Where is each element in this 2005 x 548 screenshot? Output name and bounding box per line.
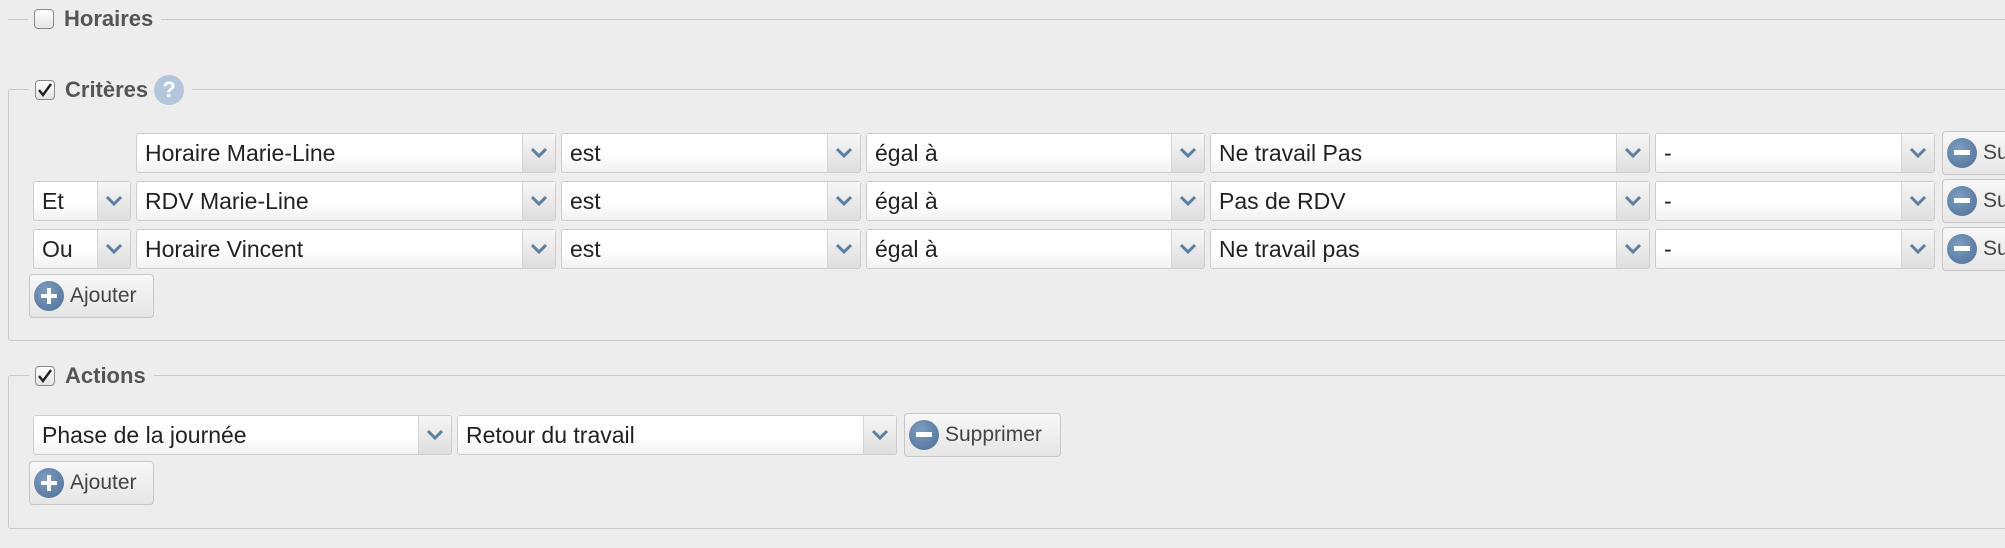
chevron-down-icon bbox=[827, 230, 860, 268]
criteres-checkbox[interactable] bbox=[35, 80, 55, 100]
chevron-down-icon bbox=[827, 134, 860, 172]
chevron-down-icon bbox=[1171, 230, 1204, 268]
minus-circle-icon bbox=[1947, 186, 1977, 216]
chevron-down-icon bbox=[522, 230, 555, 268]
criteria-field-select-3[interactable]: Horaire Vincent bbox=[136, 229, 556, 269]
criteria-remove-button-2[interactable]: Su bbox=[1942, 179, 2005, 223]
criteres-legend: Critères ? bbox=[29, 72, 193, 108]
criteria-field-select-1[interactable]: Horaire Marie-Line bbox=[136, 133, 556, 173]
chevron-down-icon bbox=[863, 416, 896, 454]
horaires-legend: Horaires bbox=[28, 1, 162, 37]
criteres-title: Critères bbox=[65, 77, 149, 102]
criteria-value-select-1[interactable]: Ne travail Pas bbox=[1210, 133, 1650, 173]
criteria-extra-select-2[interactable]: - bbox=[1655, 181, 1935, 221]
criteria-value-select-3[interactable]: Ne travail pas bbox=[1210, 229, 1650, 269]
chevron-down-icon bbox=[1171, 134, 1204, 172]
actions-checkbox[interactable] bbox=[35, 366, 55, 386]
minus-circle-icon bbox=[909, 420, 939, 450]
action-value-select-1[interactable]: Retour du travail bbox=[457, 415, 897, 455]
chevron-down-icon bbox=[418, 416, 451, 454]
chevron-down-icon bbox=[827, 182, 860, 220]
criteria-add-button[interactable]: Ajouter bbox=[29, 274, 154, 318]
chevron-down-icon bbox=[97, 182, 130, 220]
action-field-select-1[interactable]: Phase de la journée bbox=[33, 415, 452, 455]
criteria-op1-select-2[interactable]: est bbox=[561, 181, 861, 221]
actions-legend: Actions bbox=[29, 358, 154, 394]
chevron-down-icon bbox=[522, 134, 555, 172]
chevron-down-icon bbox=[1901, 230, 1934, 268]
criteria-extra-select-1[interactable]: - bbox=[1655, 133, 1935, 173]
plus-circle-icon bbox=[34, 281, 64, 311]
minus-circle-icon bbox=[1947, 234, 1977, 264]
checkmark-icon bbox=[38, 369, 52, 383]
chevron-down-icon bbox=[1901, 182, 1934, 220]
actions-title: Actions bbox=[65, 363, 146, 388]
criteria-extra-select-3[interactable]: - bbox=[1655, 229, 1935, 269]
horaires-divider bbox=[8, 19, 2005, 20]
chevron-down-icon bbox=[97, 230, 130, 268]
checkmark-icon bbox=[38, 83, 52, 97]
criteria-remove-button-1[interactable]: Su bbox=[1942, 131, 2005, 175]
criteria-connector-select-2[interactable]: Et bbox=[33, 181, 131, 221]
criteria-op2-select-3[interactable]: égal à bbox=[866, 229, 1205, 269]
criteria-connector-select-3[interactable]: Ou bbox=[33, 229, 131, 269]
minus-circle-icon bbox=[1947, 138, 1977, 168]
criteria-op2-select-2[interactable]: égal à bbox=[866, 181, 1205, 221]
criteria-value-select-2[interactable]: Pas de RDV bbox=[1210, 181, 1650, 221]
chevron-down-icon bbox=[1616, 230, 1649, 268]
criteria-op1-select-3[interactable]: est bbox=[561, 229, 861, 269]
chevron-down-icon bbox=[1616, 182, 1649, 220]
chevron-down-icon bbox=[1901, 134, 1934, 172]
chevron-down-icon bbox=[522, 182, 555, 220]
plus-circle-icon bbox=[34, 468, 64, 498]
horaires-title: Horaires bbox=[64, 6, 154, 31]
horaires-checkbox[interactable] bbox=[34, 9, 54, 29]
question-icon[interactable]: ? bbox=[154, 75, 185, 105]
action-remove-button-1[interactable]: Supprimer bbox=[904, 413, 1061, 457]
criteria-field-select-2[interactable]: RDV Marie-Line bbox=[136, 181, 556, 221]
chevron-down-icon bbox=[1616, 134, 1649, 172]
criteria-remove-button-3[interactable]: Su bbox=[1942, 227, 2005, 271]
criteria-op2-select-1[interactable]: égal à bbox=[866, 133, 1205, 173]
criteria-op1-select-1[interactable]: est bbox=[561, 133, 861, 173]
action-add-button[interactable]: Ajouter bbox=[29, 461, 154, 505]
chevron-down-icon bbox=[1171, 182, 1204, 220]
